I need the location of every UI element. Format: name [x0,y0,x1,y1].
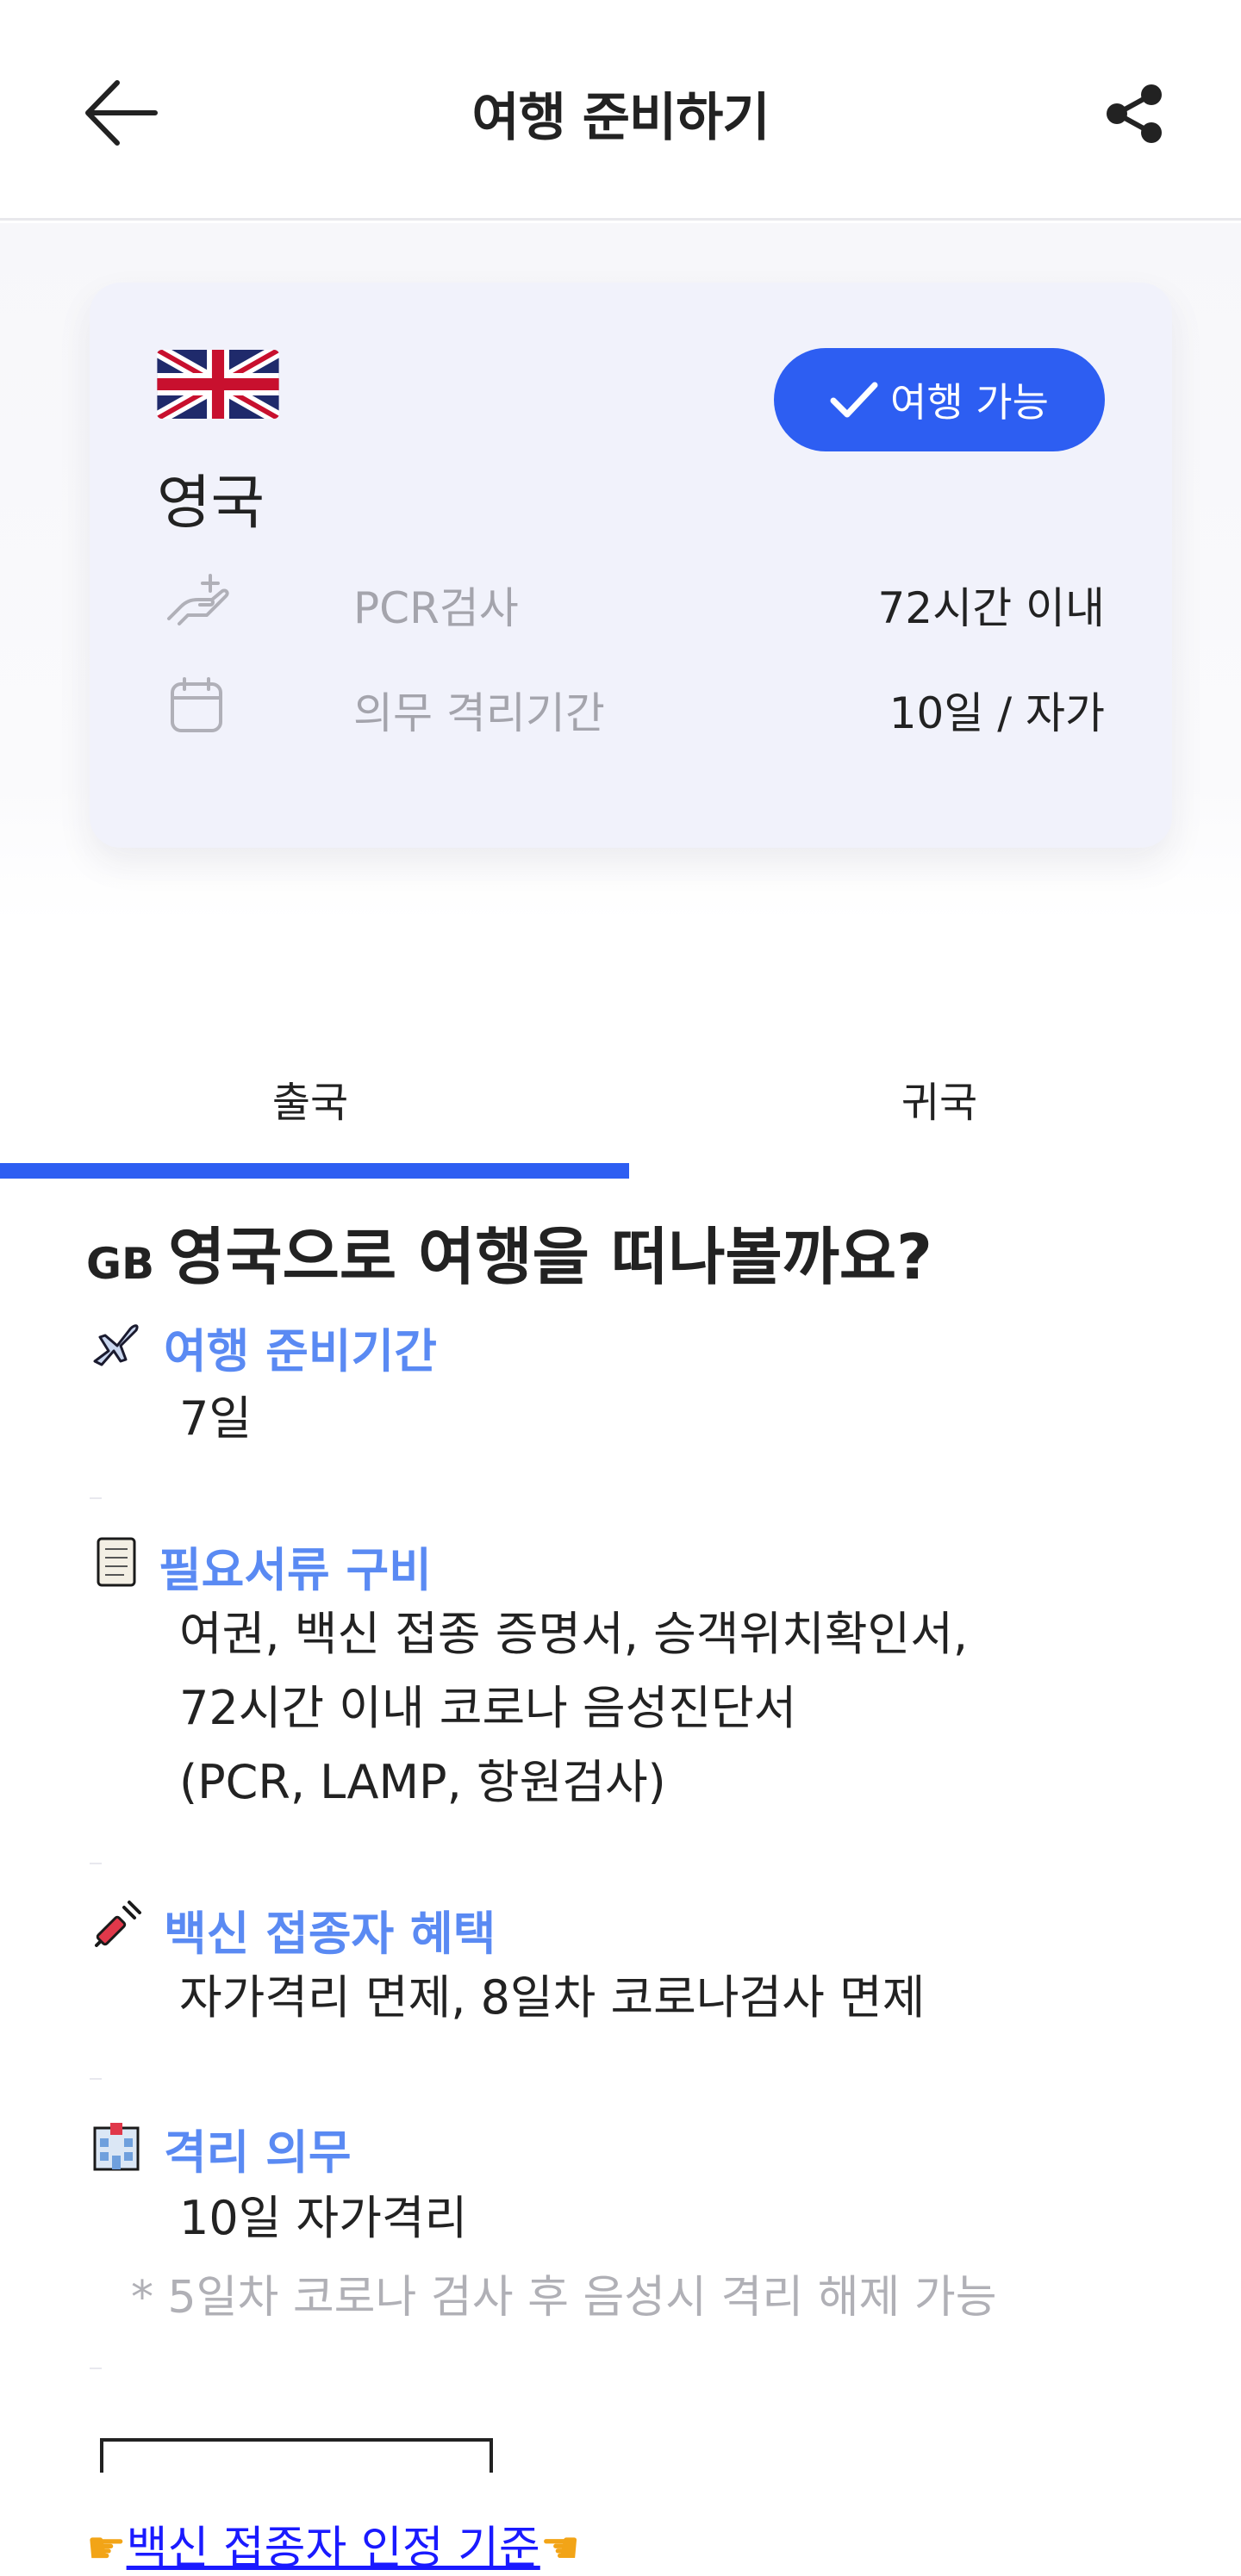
app-header: 여행 준비하기 [0,0,1241,221]
section-title-documents: 필요서류 구비 [159,1543,432,1597]
hand-test-icon [167,574,229,625]
pcr-test-label: PCR검사 [353,583,519,633]
pointing-hand-icon: ☛ [86,2523,127,2574]
divider [90,1863,102,1864]
active-tab-indicator [0,1163,629,1179]
section-body-documents-line3: (PCR, LAMP, 항원검사) [179,1755,666,1809]
section-title-prep: 여행 준비기간 [164,1324,437,1378]
pcr-test-value: 72시간 이내 [877,583,1105,633]
share-button[interactable] [1103,83,1165,145]
pcr-test-row: PCR검사 72시간 이내 [165,565,1105,634]
section-body-vaccine-benefits: 자가격리 면제, 8일차 코로나검사 면제 [179,1970,926,2025]
airplane-icon [93,1324,139,1366]
scroll-icon [97,1537,136,1587]
vaccine-criteria-link-row[interactable]: ☛백신 접종자 인정 기준☚ [86,2511,580,2576]
uk-flag-icon [157,350,279,419]
pointing-hand-icon: ☚ [539,2523,581,2574]
country-code: GB [86,1239,155,1289]
section-body-documents-line1: 여권, 백신 접종 증명서, 승객위치확인서, [179,1607,969,1661]
check-icon [830,382,878,418]
tab-return[interactable]: 귀국 [629,1068,1241,1129]
section-body-prep: 7일 [179,1391,253,1446]
section-body-quarantine: 10일 자가격리 [179,2191,468,2245]
content-box [100,2438,493,2473]
divider [90,2078,102,2080]
divider [90,1497,102,1499]
share-icon [1107,84,1162,143]
vaccine-criteria-link[interactable]: 백신 접종자 인정 기준 [127,2523,540,2574]
divider [90,2368,102,2369]
quarantine-row: 의무 격리기간 10일 / 자가 [165,670,1105,739]
quarantine-label: 의무 격리기간 [353,688,605,738]
quarantine-note: * 5일차 코로나 검사 후 음성시 격리 해제 가능 [131,2272,997,2324]
quarantine-value: 10일 / 자가 [889,688,1105,738]
syringe-icon [95,1901,141,1947]
travel-status-label: 여행 가능 [890,379,1049,426]
section-title-quarantine: 격리 의무 [164,2125,352,2180]
country-card: 영국 여행 가능 PCR검사 72시간 이내 의무 격리기간 10일 / 자가 [90,283,1172,848]
country-name: 영국 [157,470,265,538]
hospital-icon [93,2123,140,2171]
content-headline: GB 영국으로 여행을 떠나볼까요? [86,1206,932,1297]
travel-status-badge: 여행 가능 [774,348,1105,451]
calendar-icon [171,677,222,732]
section-body-documents-line2: 72시간 이내 코로나 음성진단서 [179,1681,797,1735]
headline-text: 영국으로 여행을 떠나볼까요? [168,1221,932,1293]
section-title-vaccine-benefits: 백신 접종자 혜택 [164,1907,496,1961]
tab-bar: 출국 귀국 [0,1034,1241,1180]
page-title: 여행 준비하기 [471,88,770,148]
tab-departure[interactable]: 출국 [0,1068,620,1129]
